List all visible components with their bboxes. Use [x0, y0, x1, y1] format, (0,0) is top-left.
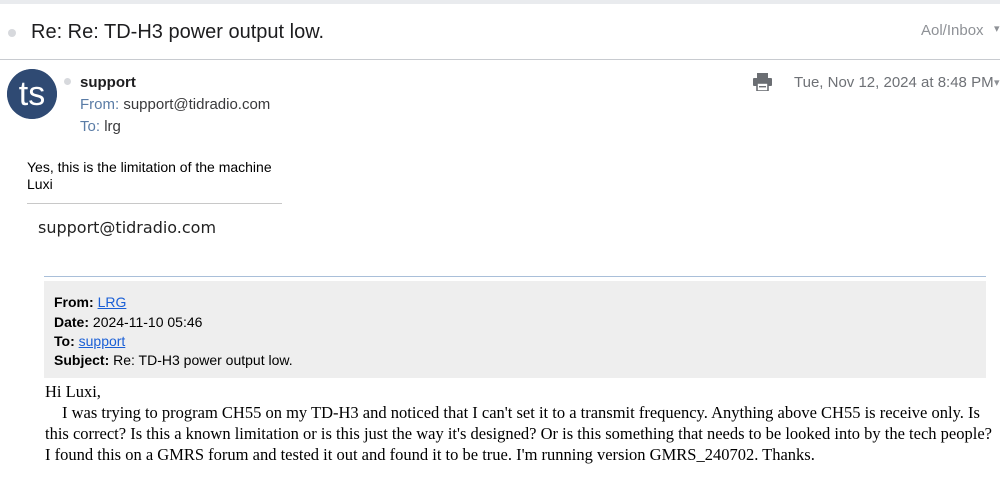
- quoted-date-label: Date:: [54, 314, 90, 330]
- avatar: ts: [7, 69, 57, 119]
- quoted-date-value: 2024-11-10 05:46: [92, 314, 203, 330]
- sender-status-dot-icon: [64, 78, 71, 85]
- quoted-to-label: To:: [54, 333, 75, 349]
- chevron-down-icon[interactable]: ▾: [994, 22, 1000, 35]
- from-line: From: support@tidradio.com: [80, 96, 270, 113]
- subject-bar: Re: Re: TD-H3 power output low. Aol/Inbo…: [0, 4, 1000, 60]
- quoted-subject: Subject: Re: TD-H3 power output low.: [54, 352, 293, 368]
- folder-path[interactable]: Aol/Inbox: [921, 22, 984, 39]
- reply-message: Yes, this is the limitation of the machi…: [27, 159, 272, 193]
- quoted-from: From: LRG: [54, 294, 126, 310]
- from-address[interactable]: support@tidradio.com: [123, 96, 270, 113]
- reply-signoff: Luxi: [27, 176, 53, 192]
- quoted-to: To: support: [54, 333, 125, 349]
- reply-line: Yes, this is the limitation of the machi…: [27, 159, 272, 175]
- to-label: To:: [80, 118, 101, 135]
- quoted-body: Hi Luxi, I was trying to program CH55 on…: [45, 381, 995, 465]
- quoted-subject-value: Re: TD-H3 power output low.: [113, 352, 293, 368]
- print-icon[interactable]: [753, 73, 772, 91]
- from-label: From:: [80, 96, 120, 113]
- signature-divider: [27, 203, 282, 204]
- quoted-header: From: LRG Date: 2024-11-10 05:46 To: sup…: [44, 281, 986, 378]
- to-line: To: lrg: [80, 118, 121, 135]
- more-options-chevron-icon[interactable]: ▾: [994, 76, 1000, 89]
- signature-email: support@tidradio.com: [38, 218, 217, 237]
- quoted-to-link[interactable]: support: [79, 333, 126, 349]
- quoted-paragraph: I was trying to program CH55 on my TD-H3…: [45, 403, 992, 464]
- quoted-subject-label: Subject:: [54, 352, 110, 368]
- message-subject: Re: Re: TD-H3 power output low.: [31, 21, 325, 43]
- quoted-from-link[interactable]: LRG: [98, 294, 127, 310]
- quoted-from-label: From:: [54, 294, 94, 310]
- avatar-initials: ts: [19, 75, 45, 113]
- quoted-date: Date: 2024-11-10 05:46: [54, 314, 202, 330]
- message-date: Tue, Nov 12, 2024 at 8:48 PM: [794, 74, 994, 91]
- unread-dot-icon[interactable]: [8, 29, 16, 37]
- sender-name[interactable]: support: [80, 74, 136, 91]
- quote-divider: [44, 276, 986, 277]
- to-address[interactable]: lrg: [104, 118, 121, 135]
- quoted-greeting: Hi Luxi,: [45, 382, 101, 401]
